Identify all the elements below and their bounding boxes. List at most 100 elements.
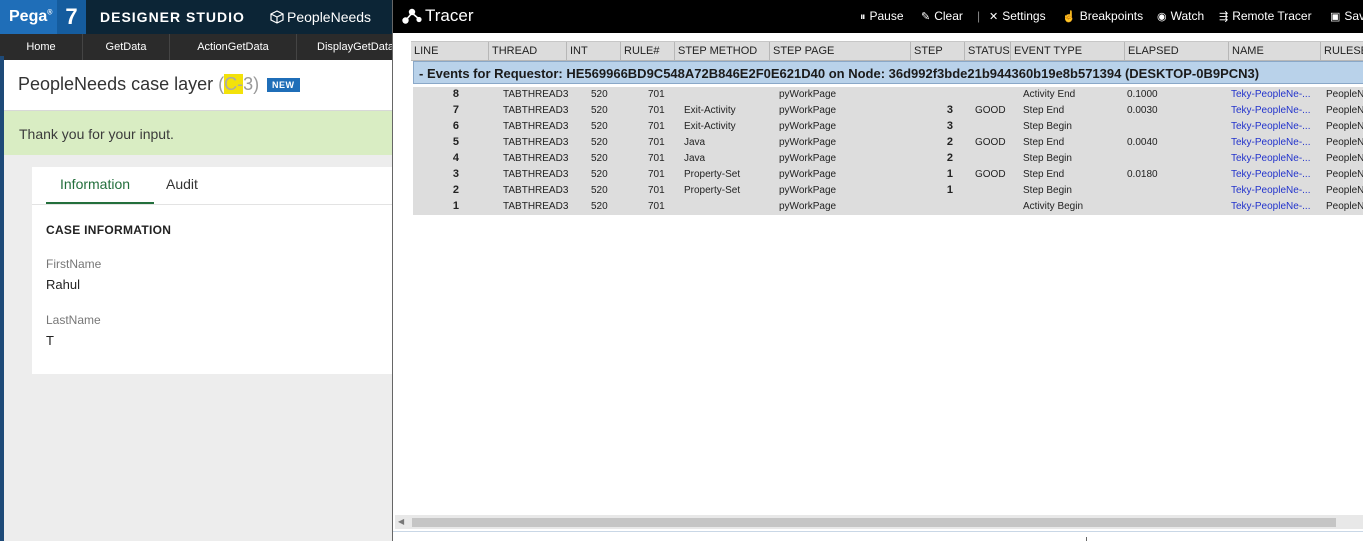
cell-thread: TABTHREAD3 [503,169,569,180]
cell-status: GOOD [975,137,1006,148]
requestor-group-row[interactable]: - Events for Requestor: HE569966BD9C548A… [413,61,1363,84]
tracer-title: Tracer [425,6,474,25]
cell-ruleset: PeopleN [1326,185,1363,196]
pega-version: 7 [57,0,86,34]
table-row[interactable]: 1 TABTHREAD3 520 701 pyWorkPage Activity Begi… [413,199,1363,215]
cell-ruleset: PeopleN [1326,137,1363,148]
eraser-icon: ✎ [921,11,931,23]
cell-elapsed: 0.1000 [1127,89,1158,100]
cell-line: 2 [452,184,459,196]
cell-thread: TABTHREAD3 [503,185,569,196]
toolbar-separator: | [977,9,981,23]
table-row[interactable]: 8 TABTHREAD3 520 701 pyWorkPage Activity End 0… [413,87,1363,103]
field-value-lastname: T [46,333,54,348]
designer-studio-title[interactable]: DESIGNER STUDIO [100,9,245,25]
cell-name[interactable]: Teky-PeopleNe-... [1231,185,1317,196]
studio-tab-home[interactable]: Home [0,34,83,60]
scrollbar-thumb[interactable] [412,518,1336,527]
tracer-window: Tracer ⏸ Pause ✎ Clear | ✕ Settings ☝ Breakp… [392,0,1363,541]
tab-audit[interactable]: Audit [166,176,198,192]
column-header-elapsed[interactable]: ELAPSED [1125,42,1229,60]
cell-thread: TABTHREAD3 [503,105,569,116]
table-row[interactable]: 5 TABTHREAD3 520 701 Java pyWorkPage 2 GOOD Step… [413,135,1363,151]
cell-line: 3 [452,168,459,180]
scroll-left-icon[interactable]: ◀ [398,517,404,526]
cell-event: Step Begin [1023,185,1072,196]
cell-line: 1 [452,200,459,212]
table-row[interactable]: 2 TABTHREAD3 520 701 Property-Set pyWorkPage 1… [413,183,1363,199]
cell-ruleset: PeopleN [1326,105,1363,116]
tracer-toolbar: Tracer ⏸ Pause ✎ Clear | ✕ Settings ☝ Breakp… [393,0,1363,33]
studio-tab-actiongetdata[interactable]: ActionGetData [170,34,297,60]
breakpoints-button[interactable]: ☝ Breakpoints [1062,9,1143,23]
cell-event: Activity End [1023,89,1076,100]
tracer-grid: LINE THREAD INT RULE# STEP METHOD STEP P… [411,41,1363,216]
cell-step: 1 [946,184,953,196]
field-label-firstname: FirstName [46,257,102,271]
application-menu[interactable]: PeopleNeeds [270,9,371,25]
studio-tab-displaygetdata[interactable]: DisplayGetData [297,34,392,60]
column-header-status[interactable]: STATUS [965,42,1011,60]
cube-icon [270,10,284,24]
table-row[interactable]: 3 TABTHREAD3 520 701 Property-Set pyWorkPage 1… [413,167,1363,183]
cell-name[interactable]: Teky-PeopleNe-... [1231,121,1317,132]
table-row[interactable]: 6 TABTHREAD3 520 701 Exit-Activity pyWorkPage… [413,119,1363,135]
cell-name[interactable]: Teky-PeopleNe-... [1231,89,1317,100]
column-header-thread[interactable]: THREAD [489,42,567,60]
remote-tracer-button[interactable]: ⇶ Remote Tracer [1219,9,1312,23]
horizontal-scrollbar[interactable]: ◀ [395,515,1363,529]
case-title-text: PeopleNeeds case layer [18,74,214,94]
column-header-step-page[interactable]: STEP PAGE [770,42,911,60]
save-button[interactable]: ▣ Sav [1330,9,1363,23]
cell-page: pyWorkPage [779,153,837,164]
cell-page: pyWorkPage [779,121,837,132]
cell-page: pyWorkPage [779,185,837,196]
cell-page: pyWorkPage [779,105,837,116]
cell-event: Step End [1023,169,1065,180]
cell-int: 520 [591,185,608,196]
cell-name[interactable]: Teky-PeopleNe-... [1231,169,1317,180]
cell-line: 6 [452,120,459,132]
cell-rule: 701 [648,89,665,100]
cell-name[interactable]: Teky-PeopleNe-... [1231,137,1317,148]
pega-brand[interactable]: Pega® 7 [0,0,86,34]
column-header-line[interactable]: LINE [411,42,489,60]
grid-header: LINE THREAD INT RULE# STEP METHOD STEP P… [411,41,1363,61]
field-value-firstname: Rahul [46,277,80,292]
cell-method: Exit-Activity [684,121,736,132]
clear-button[interactable]: ✎ Clear [921,9,963,23]
cell-int: 520 [591,105,608,116]
studio-tab-getdata[interactable]: GetData [83,34,170,60]
cell-status: GOOD [975,105,1006,116]
column-header-event-type[interactable]: EVENT TYPE [1011,42,1125,60]
designer-top-bar: Pega® 7 DESIGNER STUDIO PeopleNeeds [0,0,392,34]
cell-name[interactable]: Teky-PeopleNe-... [1231,201,1317,212]
cell-status: GOOD [975,169,1006,180]
tab-information[interactable]: Information [60,176,130,192]
cell-rule: 701 [648,137,665,148]
table-row[interactable]: 4 TABTHREAD3 520 701 Java pyWorkPage 2 Step Beg… [413,151,1363,167]
success-message-text: Thank you for your input. [19,126,174,142]
column-header-ruleset[interactable]: RULESE [1321,42,1363,60]
table-row[interactable]: 7 TABTHREAD3 520 701 Exit-Activity pyWorkPage… [413,103,1363,119]
column-header-rule[interactable]: RULE# [621,42,675,60]
settings-button[interactable]: ✕ Settings [989,9,1046,23]
cell-elapsed: 0.0040 [1127,137,1158,148]
column-header-name[interactable]: NAME [1229,42,1321,60]
tracer-network-icon [402,8,422,24]
cell-ruleset: PeopleN [1326,153,1363,164]
cell-int: 520 [591,201,608,212]
field-label-lastname: LastName [46,313,101,327]
cell-name[interactable]: Teky-PeopleNe-... [1231,153,1317,164]
watch-button[interactable]: ◉ Watch [1157,9,1204,23]
requestor-group-title: - Events for Requestor: HE569966BD9C548A… [419,66,1260,81]
cell-name[interactable]: Teky-PeopleNe-... [1231,105,1317,116]
column-header-step[interactable]: STEP [911,42,965,60]
cell-event: Step End [1023,105,1065,116]
column-header-step-method[interactable]: STEP METHOD [675,42,770,60]
cell-int: 520 [591,169,608,180]
pause-button[interactable]: ⏸ Pause [860,9,904,24]
tab-divider [32,204,392,205]
column-header-int[interactable]: INT [567,42,621,60]
cell-line: 8 [452,88,459,100]
